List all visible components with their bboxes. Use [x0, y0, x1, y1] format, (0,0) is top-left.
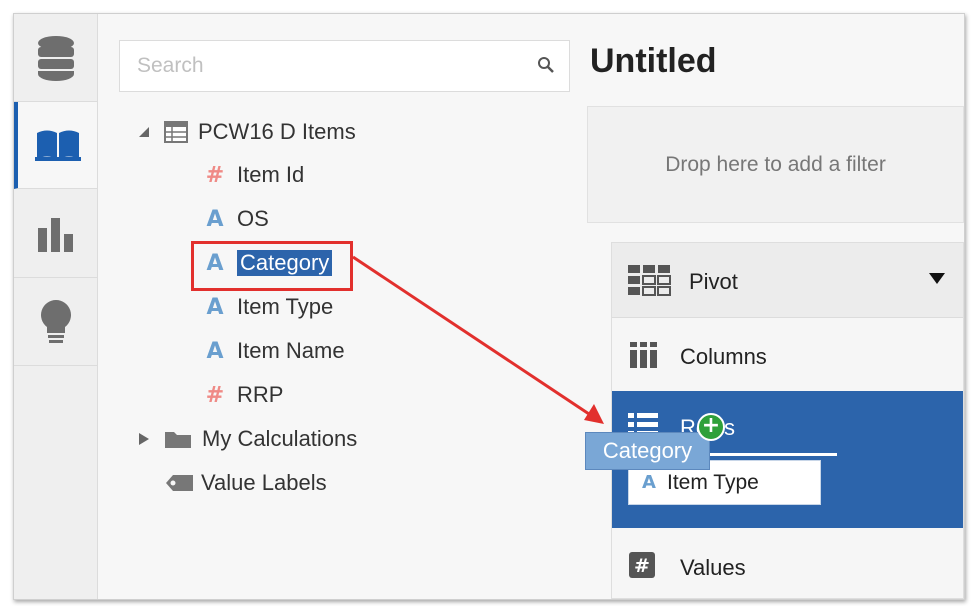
lightbulb-icon — [40, 299, 71, 343]
tag-icon — [166, 475, 193, 491]
rows-item-label: Item Type — [667, 470, 759, 494]
numeric-column-icon: # — [205, 382, 225, 408]
svg-text:#: # — [634, 555, 650, 577]
column-label: OS — [237, 206, 269, 231]
columns-icon — [630, 342, 657, 368]
drag-chip: Category — [585, 432, 710, 470]
pivot-icon — [628, 265, 671, 296]
text-column-icon: A — [206, 338, 224, 364]
collapse-triangle-icon[interactable] — [138, 126, 150, 138]
search-input[interactable] — [120, 41, 520, 91]
tree-root[interactable]: PCW16 D Items — [138, 117, 356, 147]
subject-area-icon — [164, 121, 188, 143]
column-rrp[interactable]: # RRP — [203, 380, 284, 410]
folder-label: Value Labels — [201, 470, 327, 495]
text-column-icon: A — [642, 472, 656, 493]
book-icon — [34, 130, 81, 161]
column-item-id[interactable]: # Item Id — [203, 160, 304, 190]
left-rail — [14, 14, 98, 599]
columns-drop-target[interactable]: Columns — [612, 318, 963, 391]
search-box[interactable] — [119, 40, 570, 92]
folder-icon — [165, 432, 191, 448]
numeric-column-icon: # — [205, 162, 225, 188]
folder-my-calculations[interactable]: My Calculations — [138, 424, 357, 454]
values-label: Values — [680, 555, 746, 580]
bar-chart-icon — [37, 217, 73, 252]
values-drop-target[interactable]: # Values — [612, 528, 963, 598]
filter-drop-text: Drop here to add a filter — [665, 152, 886, 176]
dropdown-arrow-icon[interactable] — [929, 273, 945, 284]
folder-value-labels[interactable]: Value Labels — [165, 468, 327, 498]
data-tab[interactable] — [14, 14, 97, 102]
column-item-name[interactable]: A Item Name — [203, 336, 345, 366]
column-os[interactable]: A OS — [203, 204, 269, 234]
filter-drop-zone[interactable]: Drop here to add a filter — [587, 106, 964, 223]
pivot-grammar-panel: Pivot Columns Rows — [611, 242, 964, 599]
column-label: Item Name — [237, 338, 345, 363]
column-item-type[interactable]: A Item Type — [203, 292, 333, 322]
column-label: RRP — [237, 382, 284, 407]
analytics-tab[interactable] — [14, 190, 97, 278]
columns-label: Columns — [680, 344, 767, 369]
folder-label: My Calculations — [202, 426, 358, 451]
column-label: Item Type — [237, 294, 334, 319]
visualize-tab[interactable] — [14, 102, 97, 189]
add-plus-icon: + — [697, 413, 725, 441]
insights-tab[interactable] — [14, 278, 97, 366]
values-icon: # — [629, 552, 655, 578]
app-window: PCW16 D Items # Item Id A OS A Category … — [13, 13, 965, 600]
text-column-icon: A — [206, 294, 224, 320]
database-icon — [37, 35, 74, 81]
expand-triangle-icon[interactable] — [138, 432, 150, 446]
column-label: Item Id — [237, 162, 305, 187]
page-title[interactable]: Untitled — [590, 42, 717, 81]
text-column-icon: A — [206, 206, 224, 232]
pivot-type-selector[interactable]: Pivot — [612, 243, 963, 318]
annotation-highlight-box — [191, 241, 353, 291]
search-icon[interactable] — [537, 56, 555, 74]
tree-root-label: PCW16 D Items — [198, 119, 356, 144]
pivot-type-label: Pivot — [689, 269, 738, 294]
